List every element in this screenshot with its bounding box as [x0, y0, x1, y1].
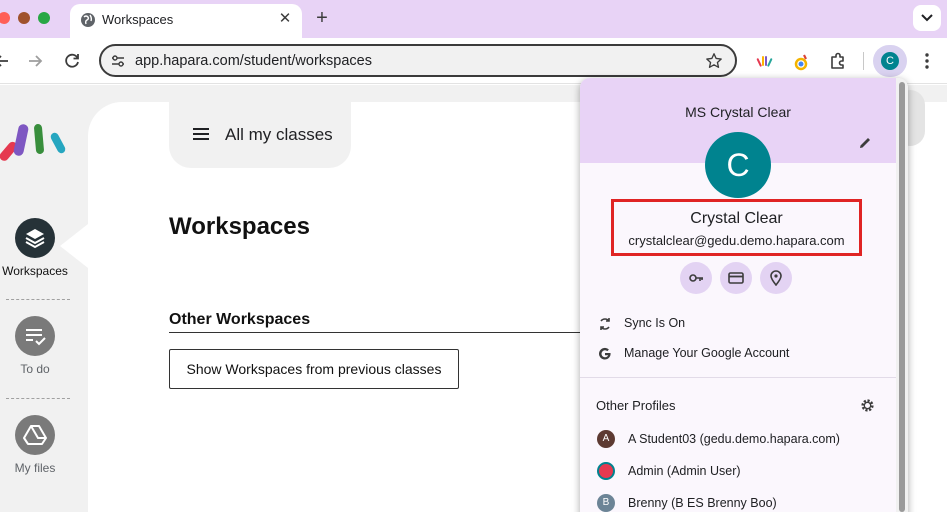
puzzle-extensions-icon[interactable]: [828, 51, 848, 71]
profile-avatar: B: [597, 494, 615, 512]
profile-email: crystalclear@gedu.demo.hapara.com: [628, 233, 845, 248]
forward-icon[interactable]: [24, 50, 46, 72]
back-icon[interactable]: [0, 50, 14, 72]
profile-menu: MS Crystal Clear C Crystal Clear crystal…: [580, 78, 908, 512]
site-settings-icon[interactable]: [110, 53, 126, 69]
profile-menu-divider: [580, 377, 896, 378]
section-divider: [169, 332, 589, 333]
passwords-button[interactable]: [680, 262, 712, 294]
highlighted-identity-box: Crystal Clear crystalclear@gedu.demo.hap…: [611, 199, 862, 256]
more-options-icon[interactable]: [919, 50, 935, 72]
profile-name: Crystal Clear: [690, 210, 783, 227]
show-previous-workspaces-button[interactable]: Show Workspaces from previous classes: [169, 349, 459, 389]
manage-google-account-label: Manage Your Google Account: [624, 346, 790, 360]
checklist-icon: [15, 316, 55, 356]
hapara-extension-icon[interactable]: [755, 51, 775, 71]
other-workspaces-heading: Other Workspaces: [169, 311, 311, 328]
layers-icon: [15, 218, 55, 258]
reload-icon[interactable]: [61, 50, 83, 72]
sync-status-row[interactable]: Sync Is On: [580, 311, 896, 337]
other-profile-label: Admin (Admin User): [628, 464, 741, 478]
profile-avatar: A: [597, 430, 615, 448]
profile-avatar: C: [881, 52, 899, 70]
addresses-button[interactable]: [760, 262, 792, 294]
tab-title: Workspaces: [102, 12, 174, 27]
hapara-logo: [0, 124, 66, 161]
other-profile-label: Brenny (B ES Brenny Boo): [628, 496, 777, 510]
sidebar-divider: [6, 398, 70, 399]
profile-menu-scrollbar-thumb[interactable]: [899, 82, 905, 512]
sidebar-item-todo[interactable]: To do: [0, 316, 70, 376]
key-icon: [689, 274, 703, 282]
url-text[interactable]: app.hapara.com/student/workspaces: [135, 53, 372, 69]
gear-icon[interactable]: [860, 398, 875, 413]
tab-search-button[interactable]: [913, 5, 941, 31]
close-window-button[interactable]: [0, 12, 10, 24]
browser-tab[interactable]: Workspaces ✕: [70, 4, 302, 38]
other-profile-row[interactable]: Admin (Admin User): [580, 460, 896, 486]
sync-icon: [600, 318, 610, 330]
page-title: Workspaces: [169, 213, 310, 240]
drive-icon: [15, 415, 55, 455]
google-g-icon: [599, 347, 611, 360]
tab-strip: Workspaces ✕ +: [0, 0, 947, 38]
other-profile-label: A Student03 (gedu.demo.hapara.com): [628, 432, 840, 446]
new-tab-button[interactable]: +: [312, 8, 332, 28]
profile-menu-title: MS Crystal Clear: [685, 104, 791, 120]
menu-icon: [193, 128, 209, 140]
sidebar-item-workspaces[interactable]: Workspaces: [0, 218, 70, 278]
credit-card-icon: [728, 272, 744, 284]
payment-methods-button[interactable]: [720, 262, 752, 294]
sidebar-divider: [6, 299, 70, 300]
profile-button[interactable]: C: [873, 45, 907, 77]
pencil-icon[interactable]: [857, 135, 873, 151]
address-bar[interactable]: app.hapara.com/student/workspaces: [99, 44, 737, 77]
sidebar-item-label: My files: [14, 461, 56, 475]
globe-icon: [81, 13, 95, 27]
class-selector-label: All my classes: [225, 125, 333, 144]
chevron-down-icon: [921, 14, 933, 22]
sidebar-item-label: Workspaces: [2, 264, 68, 278]
manage-google-account-row[interactable]: Manage Your Google Account: [580, 341, 896, 367]
sidebar-item-my-files[interactable]: My files: [0, 415, 70, 475]
other-profile-row[interactable]: B Brenny (B ES Brenny Boo): [580, 492, 896, 512]
bookmark-star-icon[interactable]: [705, 52, 723, 70]
profile-avatar: [597, 462, 615, 480]
other-profiles-heading: Other Profiles: [596, 398, 676, 413]
minimize-window-button[interactable]: [18, 12, 30, 24]
maximize-window-button[interactable]: [38, 12, 50, 24]
location-pin-icon: [770, 270, 782, 286]
sync-status-label: Sync Is On: [624, 316, 686, 330]
sidebar-item-label: To do: [20, 362, 50, 376]
tab-close-icon[interactable]: ✕: [276, 10, 294, 28]
profile-large-avatar: C: [705, 132, 771, 198]
other-profile-row[interactable]: A A Student03 (gedu.demo.hapara.com): [580, 428, 896, 454]
extension-icon[interactable]: [791, 51, 811, 71]
class-selector[interactable]: All my classes: [169, 102, 351, 168]
toolbar-divider: [863, 52, 864, 70]
